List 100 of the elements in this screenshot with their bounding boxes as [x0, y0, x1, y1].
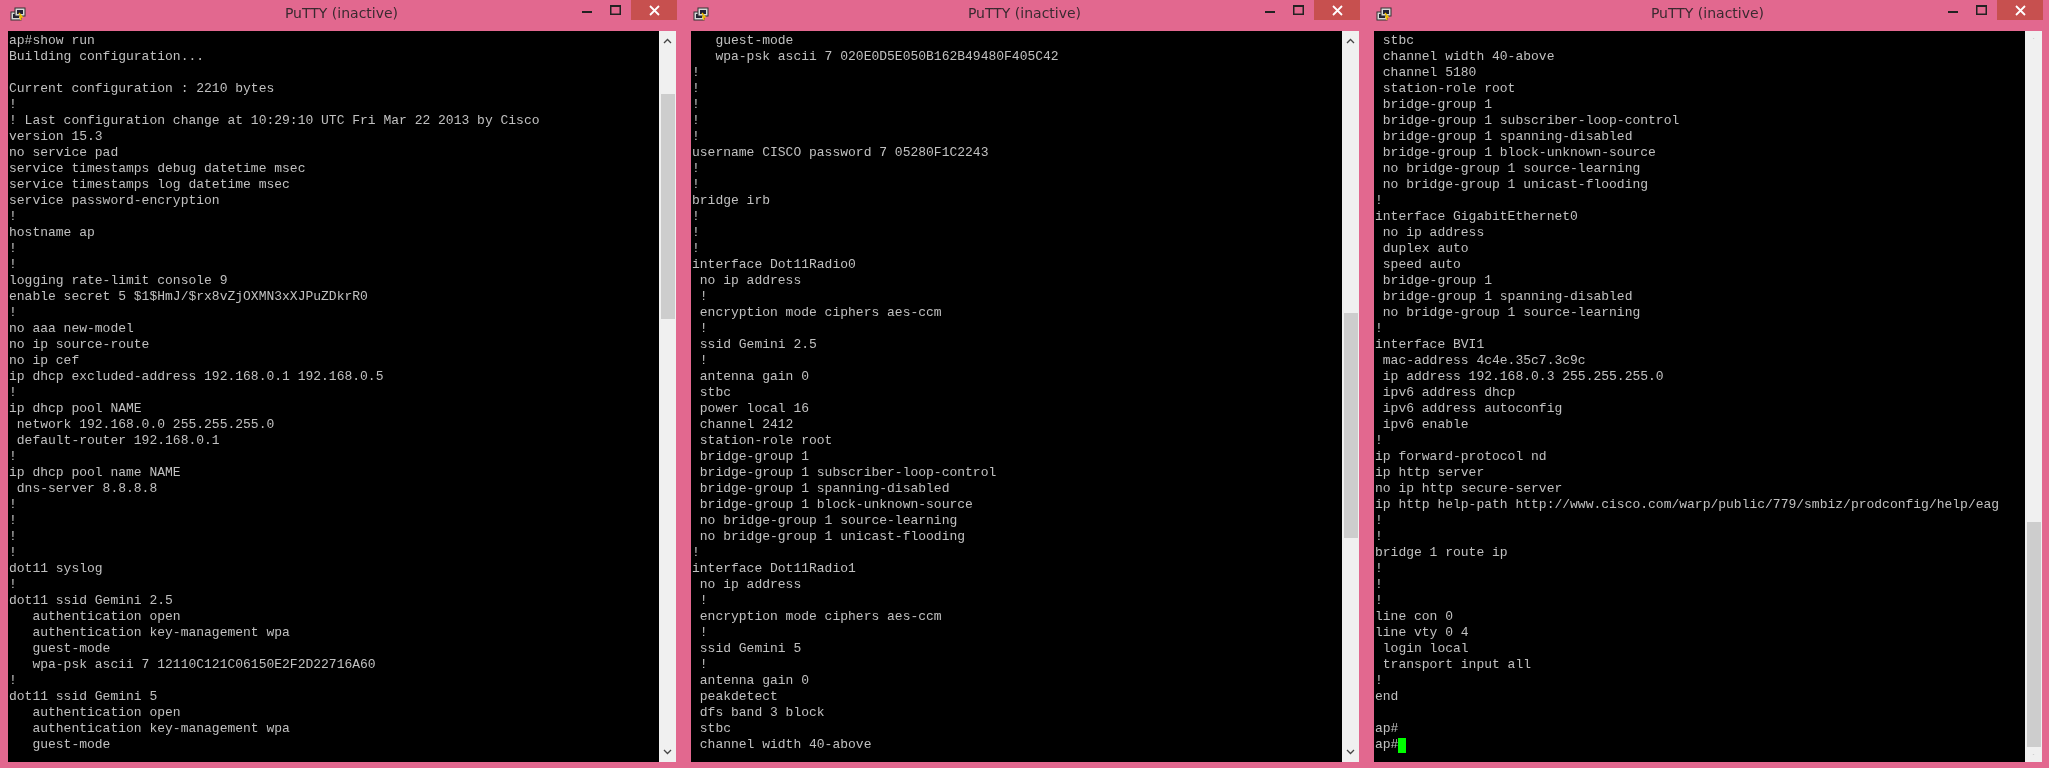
terminal-line: bridge 1 route ip	[1375, 545, 1508, 561]
terminal-line: !	[9, 241, 17, 257]
terminal-line: wpa-psk ascii 7 12110C121C06150E2F2D22716A60	[31, 657, 376, 673]
terminal-line: !	[692, 129, 700, 145]
terminal-line: dns-server 8.8.8.8	[15, 481, 158, 497]
close-button[interactable]	[1997, 0, 2043, 20]
terminal-line: no bridge-group 1 unicast-flooding	[1381, 177, 1649, 193]
close-icon	[1331, 4, 1343, 16]
terminal-line: authentication open	[31, 705, 181, 721]
terminal-line: !	[1375, 593, 1383, 609]
terminal-line: !	[9, 513, 17, 529]
maximize-icon	[1292, 5, 1304, 15]
terminal-line: authentication key-management wpa	[31, 625, 290, 641]
terminal-line: !	[9, 305, 17, 321]
terminal-line: line vty 0 4	[1375, 625, 1469, 641]
terminal-line: dfs band 3 block	[698, 705, 825, 721]
terminal-line: Building configuration...	[9, 49, 205, 65]
terminal-line: power local 16	[698, 401, 810, 417]
terminal-icon	[693, 7, 709, 23]
terminal-line: no ip http secure-server	[1375, 481, 1563, 497]
terminal-line: guest-mode	[31, 737, 111, 753]
terminal-icon	[10, 7, 26, 23]
scrollbar-thumb[interactable]	[1344, 313, 1358, 538]
scrollbar-thumb[interactable]	[2027, 522, 2041, 747]
terminal-line: !	[692, 161, 700, 177]
scrollbar[interactable]	[1342, 31, 1359, 762]
scrollbar[interactable]	[2025, 31, 2042, 762]
terminal-line: stbc	[1381, 33, 1414, 49]
terminal-line: Current configuration : 2210 bytes	[9, 81, 275, 97]
window-title: PuTTY (inactive)	[966, 5, 1083, 21]
terminal-line: channel width 40-above	[1381, 49, 1555, 65]
terminal-line: network 192.168.0.0 255.255.255.0	[15, 417, 275, 433]
scroll-down-icon[interactable]	[1346, 749, 1355, 755]
terminal-line: !	[1375, 529, 1383, 545]
terminal-line: username CISCO password 7 05280F1C2243	[692, 145, 989, 161]
terminal-line: ssid Gemini 2.5	[698, 337, 817, 353]
terminal-line: antenna gain 0	[698, 369, 810, 385]
terminal-line: ip address 192.168.0.3 255.255.255.0	[1381, 369, 1664, 385]
terminal-line: login local	[1381, 641, 1469, 657]
terminal-line: bridge-group 1 subscriber-loop-control	[698, 465, 997, 481]
terminal-line: antenna gain 0	[698, 673, 810, 689]
terminal-line: ipv6 address dhcp	[1381, 385, 1516, 401]
terminal-line: ip http help-path http://www.cisco.com/warp/public/779/smbiz/prodconfig/help/eag	[1375, 497, 2000, 513]
terminal-line: !	[692, 241, 700, 257]
window-title: PuTTY (inactive)	[283, 5, 400, 21]
terminal-line: !	[9, 529, 17, 545]
terminal-line: ip dhcp pool NAME	[9, 401, 142, 417]
terminal-line: !	[9, 577, 17, 593]
scroll-up-icon[interactable]	[663, 38, 672, 44]
terminal-line: !	[692, 545, 700, 561]
close-button[interactable]	[1314, 0, 1360, 20]
terminal-line: no ip address	[1381, 225, 1485, 241]
terminal-line: bridge-group 1 spanning-disabled	[698, 481, 950, 497]
terminal-line: !	[9, 449, 17, 465]
terminal-line: !	[1375, 513, 1383, 529]
terminal-line: peakdetect	[698, 689, 778, 705]
terminal-line: !	[698, 625, 708, 641]
terminal-line: interface Dot11Radio1	[692, 561, 856, 577]
scrollbar[interactable]	[659, 31, 676, 762]
terminal-line: !	[692, 65, 700, 81]
terminal-line: stbc	[698, 721, 731, 737]
terminal-line: no bridge-group 1 unicast-flooding	[698, 529, 966, 545]
terminal-line: service timestamps log datetime msec	[9, 177, 290, 193]
terminal-line: no ip source-route	[9, 337, 150, 353]
terminal-line: wpa-psk ascii 7 020E0D5E050B162B49480F405C42	[714, 49, 1059, 65]
terminal-line: line con 0	[1375, 609, 1453, 625]
terminal-line: ipv6 address autoconfig	[1381, 401, 1563, 417]
terminal-line: !	[692, 209, 700, 225]
terminal-line: version 15.3	[9, 129, 103, 145]
terminal-line: bridge-group 1 block-unknown-source	[698, 497, 973, 513]
scroll-down-icon[interactable]	[663, 749, 672, 755]
terminal-line: encryption mode ciphers aes-ccm	[698, 305, 942, 321]
scroll-up-icon[interactable]	[1346, 38, 1355, 44]
close-button[interactable]	[631, 0, 677, 20]
close-icon	[648, 4, 660, 16]
terminal-line: speed auto	[1381, 257, 1461, 273]
terminal-line: default-router 192.168.0.1	[15, 433, 220, 449]
terminal-line: guest-mode	[31, 641, 111, 657]
terminal-line: !	[1375, 577, 1383, 593]
terminal-line: service password-encryption	[9, 193, 220, 209]
terminal-line: !	[9, 545, 17, 561]
terminal-line: !	[9, 673, 17, 689]
terminal-line: bridge-group 1 subscriber-loop-control	[1381, 113, 1680, 129]
terminal-line: duplex auto	[1381, 241, 1469, 257]
terminal-line: ! Last configuration change at 10:29:10 UTC Fri Mar 22 2013 by Cisco	[9, 113, 540, 129]
terminal-line: authentication key-management wpa	[31, 721, 290, 737]
terminal-line: dot11 ssid Gemini 2.5	[9, 593, 173, 609]
terminal-line: !	[698, 321, 708, 337]
terminal-line: !	[692, 97, 700, 113]
terminal-line: !	[692, 225, 700, 241]
maximize-icon	[1975, 5, 1987, 15]
scrollbar-thumb[interactable]	[661, 94, 675, 319]
terminal-line: hostname ap	[9, 225, 95, 241]
terminal-line: !	[9, 497, 17, 513]
terminal-line: dot11 syslog	[9, 561, 103, 577]
terminal-line: station-role root	[1381, 81, 1516, 97]
terminal-line: enable secret 5 $1$HmJ/$rx8vZjOXMN3xXJPuZDkrR0	[9, 289, 368, 305]
terminal-line: service timestamps debug datetime msec	[9, 161, 306, 177]
window-title: PuTTY (inactive)	[1649, 5, 1766, 21]
terminal-line: no bridge-group 1 source-learning	[1381, 305, 1641, 321]
